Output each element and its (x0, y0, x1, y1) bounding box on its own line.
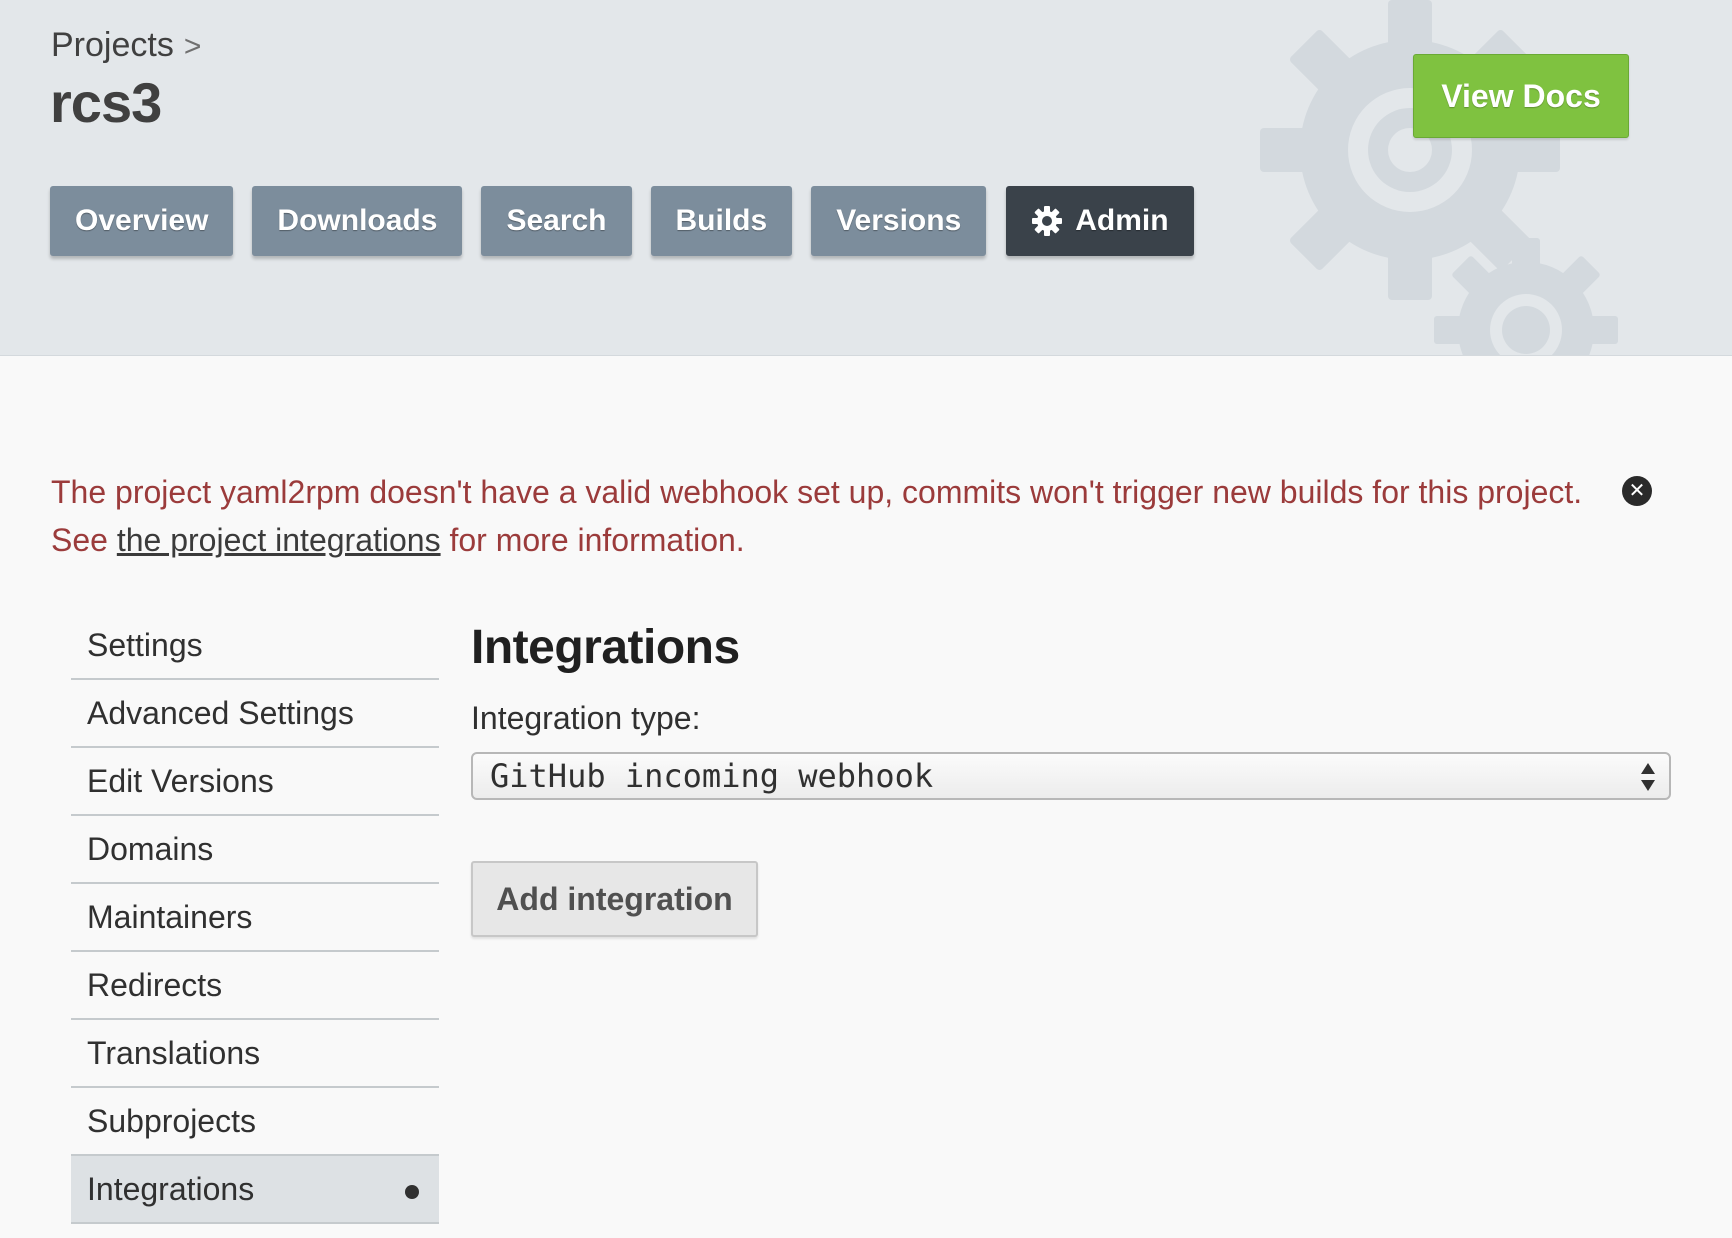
breadcrumb: Projects > (51, 26, 201, 65)
tab-label: Builds (675, 204, 768, 237)
integration-type-select[interactable]: GitHub incoming webhook (471, 752, 1671, 800)
sidebar-item-settings[interactable]: Settings (71, 612, 439, 680)
tab-versions[interactable]: Versions (811, 186, 987, 256)
gear-icon (1031, 205, 1063, 237)
sidebar-item-translations[interactable]: Translations (71, 1020, 439, 1088)
admin-sidebar: Settings Advanced Settings Edit Versions… (71, 612, 439, 1224)
sidebar-item-edit-versions[interactable]: Edit Versions (71, 748, 439, 816)
integration-type-label: Integration type: (471, 700, 701, 736)
sidebar-item-label: Redirects (87, 966, 223, 1003)
sidebar-item-label: Translations (87, 1034, 261, 1071)
tab-label: Versions (836, 204, 962, 237)
project-integrations-link[interactable]: the project integrations (117, 522, 441, 558)
add-integration-button[interactable]: Add integration (471, 861, 758, 937)
sidebar-item-label: Subprojects (87, 1102, 256, 1139)
tab-label: Admin (1075, 204, 1169, 237)
project-title: rcs3 (50, 71, 162, 134)
sidebar-item-label: Maintainers (87, 898, 253, 935)
select-value: GitHub incoming webhook (490, 757, 934, 795)
breadcrumb-projects-link[interactable]: Projects (51, 26, 174, 64)
sidebar-item-maintainers[interactable]: Maintainers (71, 884, 439, 952)
alert-after-text: for more information. (440, 522, 745, 558)
sidebar-item-subprojects[interactable]: Subprojects (71, 1088, 439, 1156)
tab-overview[interactable]: Overview (50, 186, 234, 256)
sidebar-item-integrations[interactable]: Integrations (71, 1156, 439, 1224)
page-title: Integrations (471, 621, 740, 674)
sidebar-item-domains[interactable]: Domains (71, 816, 439, 884)
tab-downloads[interactable]: Downloads (252, 186, 463, 256)
sidebar-item-label: Edit Versions (87, 762, 274, 799)
project-header: Projects > rcs3 View Docs Overview Downlo… (0, 0, 1732, 356)
breadcrumb-separator: > (183, 30, 202, 63)
tab-admin[interactable]: Admin (1006, 186, 1194, 256)
view-docs-button[interactable]: View Docs (1413, 54, 1629, 138)
tab-label: Overview (75, 204, 209, 237)
sidebar-item-label: Advanced Settings (87, 694, 354, 731)
tab-search[interactable]: Search (481, 186, 632, 256)
project-tabs: Overview Downloads Search Builds Version… (50, 186, 1213, 256)
alert-message: The project yaml2rpm doesn't have a vali… (51, 474, 1583, 510)
alert-see-text: See (51, 522, 117, 558)
webhook-warning-alert: The project yaml2rpm doesn't have a vali… (51, 468, 1611, 564)
sidebar-item-advanced-settings[interactable]: Advanced Settings (71, 680, 439, 748)
active-indicator-dot-icon (405, 1185, 419, 1199)
tab-label: Downloads (277, 204, 438, 237)
tab-label: Search (506, 204, 607, 237)
tab-builds[interactable]: Builds (650, 186, 793, 256)
sidebar-item-label: Integrations (87, 1170, 255, 1207)
sidebar-item-label: Settings (87, 626, 203, 663)
sidebar-item-redirects[interactable]: Redirects (71, 952, 439, 1020)
sidebar-item-label: Domains (87, 830, 214, 867)
select-arrows-icon (1641, 763, 1655, 791)
close-circle-icon[interactable]: ✕ (1622, 476, 1652, 506)
